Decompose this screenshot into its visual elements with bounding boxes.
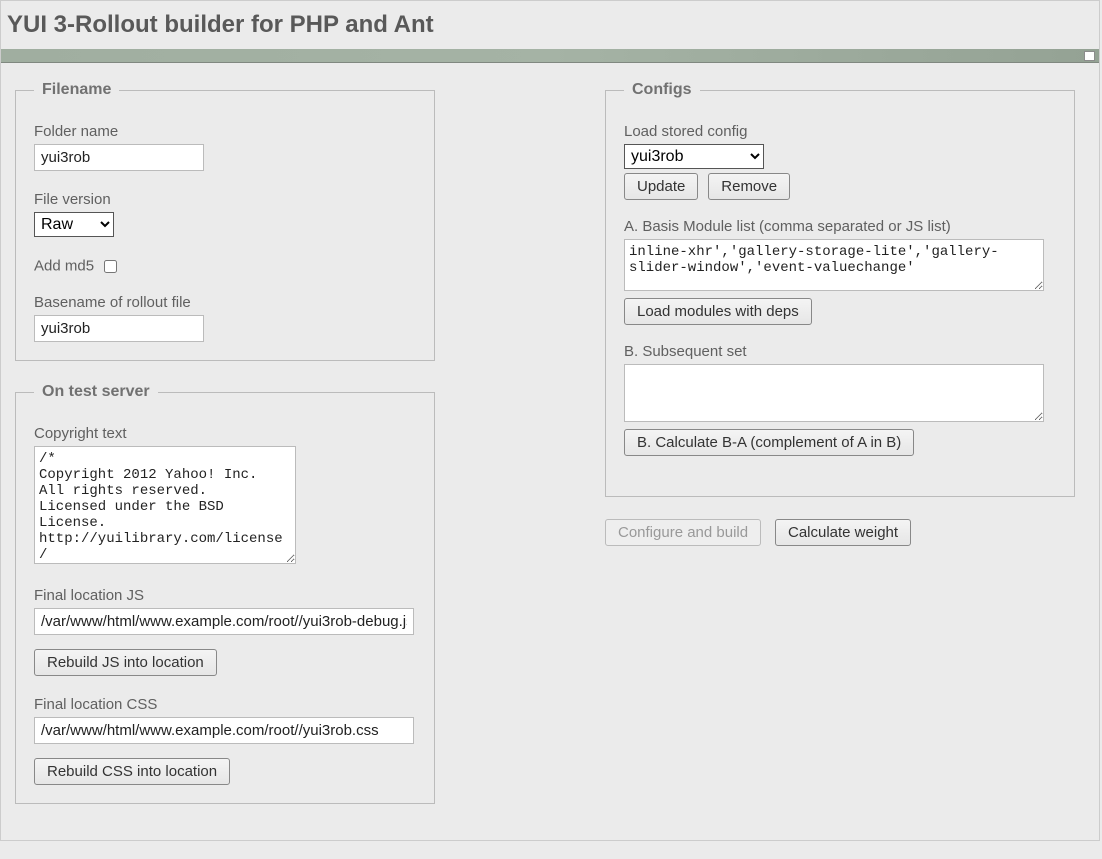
basis-textarea[interactable]: inline-xhr','gallery-storage-lite','gall… <box>624 239 1044 291</box>
calc-complement-button[interactable]: B. Calculate B-A (complement of A in B) <box>624 429 914 456</box>
configs-legend: Configs <box>624 81 700 99</box>
basename-input[interactable] <box>34 315 204 342</box>
load-deps-button[interactable]: Load modules with deps <box>624 298 812 325</box>
rebuild-css-button[interactable]: Rebuild CSS into location <box>34 758 230 785</box>
folder-name-input[interactable] <box>34 144 204 171</box>
configs-fieldset: Configs Load stored config yui3rob Updat… <box>605 81 1075 497</box>
copyright-label: Copyright text <box>34 425 416 442</box>
md5-label: Add md5 <box>34 257 94 274</box>
file-version-label: File version <box>34 191 416 208</box>
testserver-legend: On test server <box>34 383 158 401</box>
remove-button[interactable]: Remove <box>708 173 790 200</box>
header-band <box>1 49 1099 63</box>
final-js-label: Final location JS <box>34 587 416 604</box>
basis-label: A. Basis Module list (comma separated or… <box>624 218 1056 235</box>
update-button[interactable]: Update <box>624 173 698 200</box>
final-css-label: Final location CSS <box>34 696 416 713</box>
calculate-weight-button[interactable]: Calculate weight <box>775 519 911 546</box>
copyright-textarea[interactable]: /* Copyright 2012 Yahoo! Inc. All rights… <box>34 446 296 564</box>
panel-toggle-icon[interactable] <box>1084 51 1095 61</box>
rebuild-js-button[interactable]: Rebuild JS into location <box>34 649 217 676</box>
subset-label: B. Subsequent set <box>624 343 1056 360</box>
filename-fieldset: Filename Folder name File version Raw Ad… <box>15 81 435 361</box>
page-title: YUI 3-Rollout builder for PHP and Ant <box>1 1 1099 49</box>
filename-legend: Filename <box>34 81 119 99</box>
testserver-fieldset: On test server Copyright text /* Copyrig… <box>15 383 435 804</box>
load-config-select[interactable]: yui3rob <box>624 144 764 169</box>
md5-checkbox[interactable] <box>104 260 117 273</box>
basename-label: Basename of rollout file <box>34 294 416 311</box>
final-css-input[interactable] <box>34 717 414 744</box>
app-frame: YUI 3-Rollout builder for PHP and Ant Fi… <box>0 0 1100 841</box>
subset-textarea[interactable] <box>624 364 1044 422</box>
load-config-label: Load stored config <box>624 123 1056 140</box>
configure-build-button[interactable]: Configure and build <box>605 519 761 546</box>
folder-name-label: Folder name <box>34 123 416 140</box>
final-js-input[interactable] <box>34 608 414 635</box>
file-version-select[interactable]: Raw <box>34 212 114 237</box>
